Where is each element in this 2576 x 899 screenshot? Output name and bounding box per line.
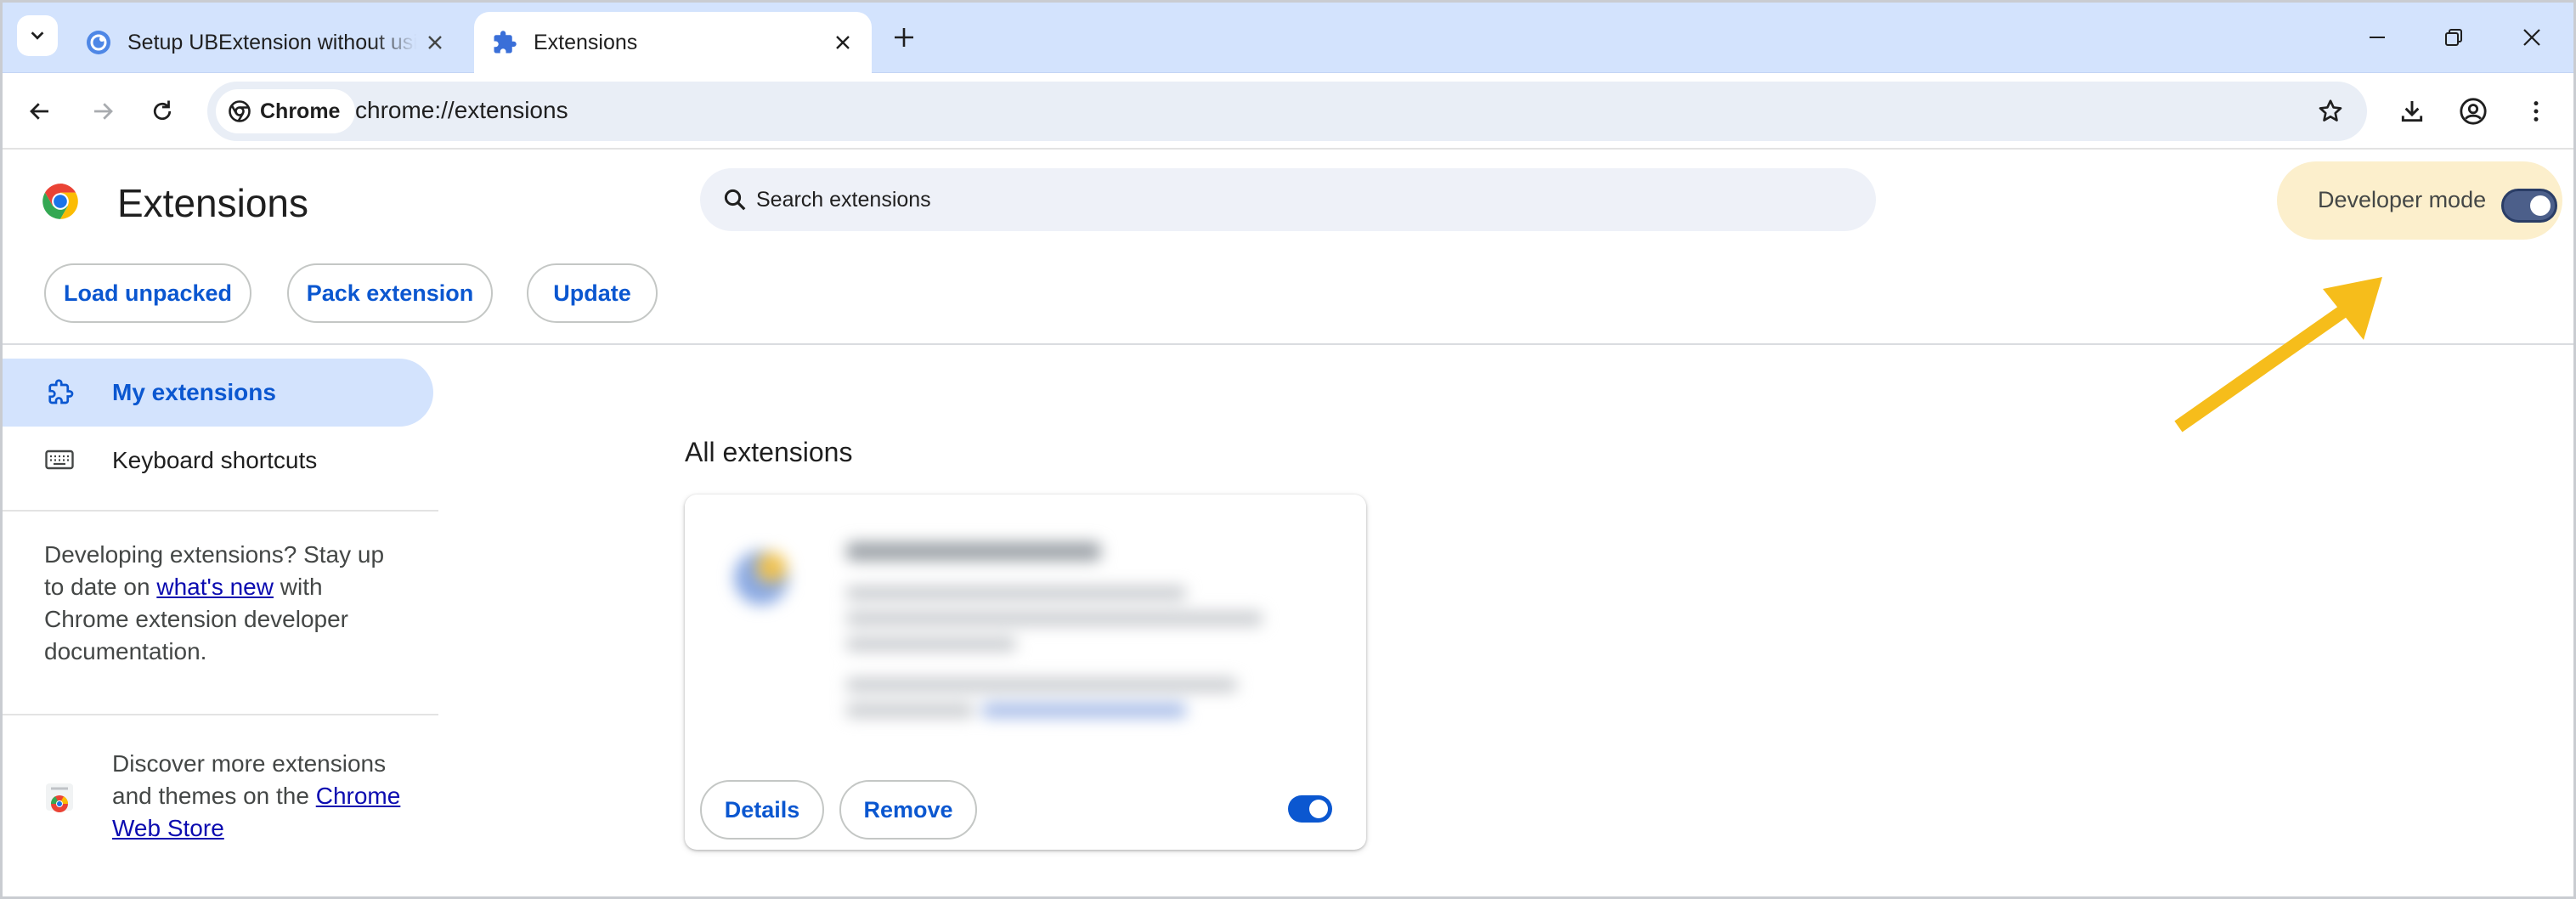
reload-icon bbox=[153, 100, 172, 121]
blurred-extension-info bbox=[702, 512, 1347, 766]
developer-mode-toggle[interactable] bbox=[2501, 189, 2557, 223]
browser-toolbar: Chrome chrome://extensions bbox=[0, 73, 2576, 150]
annotation-arrow-icon bbox=[2174, 277, 2382, 433]
developer-mode-label: Developer mode bbox=[2318, 187, 2487, 212]
chevron-down-icon bbox=[31, 31, 44, 40]
account-circle-icon bbox=[2460, 98, 2487, 125]
new-tab-button[interactable] bbox=[887, 20, 921, 54]
sidebar-item-keyboard-shortcuts[interactable]: Keyboard shortcuts bbox=[0, 427, 433, 495]
back-button[interactable] bbox=[19, 90, 61, 133]
reload-button[interactable] bbox=[141, 90, 184, 133]
close-tab-icon[interactable] bbox=[829, 29, 856, 56]
update-button[interactable]: Update bbox=[527, 263, 658, 323]
tab-strip: Setup UBExtension without using Extensio… bbox=[0, 0, 2576, 73]
star-icon bbox=[2319, 99, 2342, 122]
close-icon bbox=[2523, 29, 2540, 46]
restore-button[interactable] bbox=[2435, 19, 2472, 56]
puzzle-icon bbox=[491, 29, 518, 56]
tab-extensions[interactable]: Extensions bbox=[474, 12, 872, 73]
download-icon bbox=[2401, 101, 2423, 122]
extension-card: Details Remove bbox=[685, 495, 1366, 850]
back-arrow-icon bbox=[30, 103, 48, 120]
restore-icon bbox=[2445, 29, 2462, 46]
sidebar-item-label: My extensions bbox=[112, 379, 276, 405]
forward-arrow-icon bbox=[94, 103, 113, 120]
profile-button[interactable] bbox=[2452, 90, 2494, 133]
minimize-button[interactable] bbox=[2359, 19, 2396, 56]
url-text[interactable]: chrome://extensions bbox=[355, 97, 568, 124]
chrome-logo-icon bbox=[228, 99, 251, 123]
sidebar-item-label: Keyboard shortcuts bbox=[112, 447, 318, 473]
chrome-menu-button[interactable] bbox=[2515, 90, 2557, 133]
page-title: Extensions bbox=[117, 181, 309, 225]
downloads-button[interactable] bbox=[2391, 90, 2433, 133]
tab-setup-ubextension[interactable]: Setup UBExtension without using bbox=[82, 12, 464, 73]
tab-title: Setup UBExtension without using bbox=[127, 30, 416, 54]
developer-mode-control: Developer mode bbox=[2277, 161, 2562, 240]
forward-button[interactable] bbox=[82, 90, 124, 133]
keyboard-icon bbox=[42, 445, 76, 476]
minimize-icon bbox=[2370, 37, 2385, 38]
sidebar-item-my-extensions[interactable]: My extensions bbox=[0, 359, 433, 427]
remove-button[interactable]: Remove bbox=[839, 780, 977, 840]
web-store-text: Discover more extensions and themes on t… bbox=[112, 748, 418, 845]
ubextension-icon bbox=[85, 29, 112, 56]
bookmark-button[interactable] bbox=[2313, 93, 2348, 129]
search-icon bbox=[719, 184, 751, 216]
developer-docs-text: Developing extensions? Stay up to date o… bbox=[44, 539, 401, 668]
close-window-button[interactable] bbox=[2513, 19, 2551, 56]
chrome-logo-icon bbox=[42, 184, 78, 219]
tab-title: Extensions bbox=[534, 30, 638, 54]
load-unpacked-button[interactable]: Load unpacked bbox=[44, 263, 251, 323]
close-tab-icon[interactable] bbox=[421, 29, 449, 56]
sidebar: My extensions Keyboard shortcuts Develop… bbox=[0, 345, 438, 899]
search-input[interactable] bbox=[756, 178, 1844, 221]
more-vert-icon bbox=[2534, 101, 2539, 122]
whats-new-link[interactable]: what's new bbox=[156, 574, 274, 600]
plus-icon bbox=[895, 28, 913, 47]
site-info-chip[interactable]: Chrome bbox=[216, 89, 356, 133]
sidebar-divider bbox=[0, 714, 438, 715]
details-button[interactable]: Details bbox=[700, 780, 824, 840]
chrome-web-store-icon bbox=[46, 783, 73, 812]
extension-enable-toggle[interactable] bbox=[1288, 795, 1332, 823]
address-bar[interactable]: Chrome chrome://extensions bbox=[207, 82, 2367, 141]
puzzle-outline-icon bbox=[42, 377, 76, 408]
tab-search-button[interactable] bbox=[17, 15, 58, 56]
section-title: All extensions bbox=[685, 437, 853, 467]
chip-label: Chrome bbox=[260, 99, 341, 123]
sidebar-divider bbox=[0, 510, 438, 512]
pack-extension-button[interactable]: Pack extension bbox=[287, 263, 493, 323]
search-extensions-bar[interactable] bbox=[700, 168, 1876, 231]
